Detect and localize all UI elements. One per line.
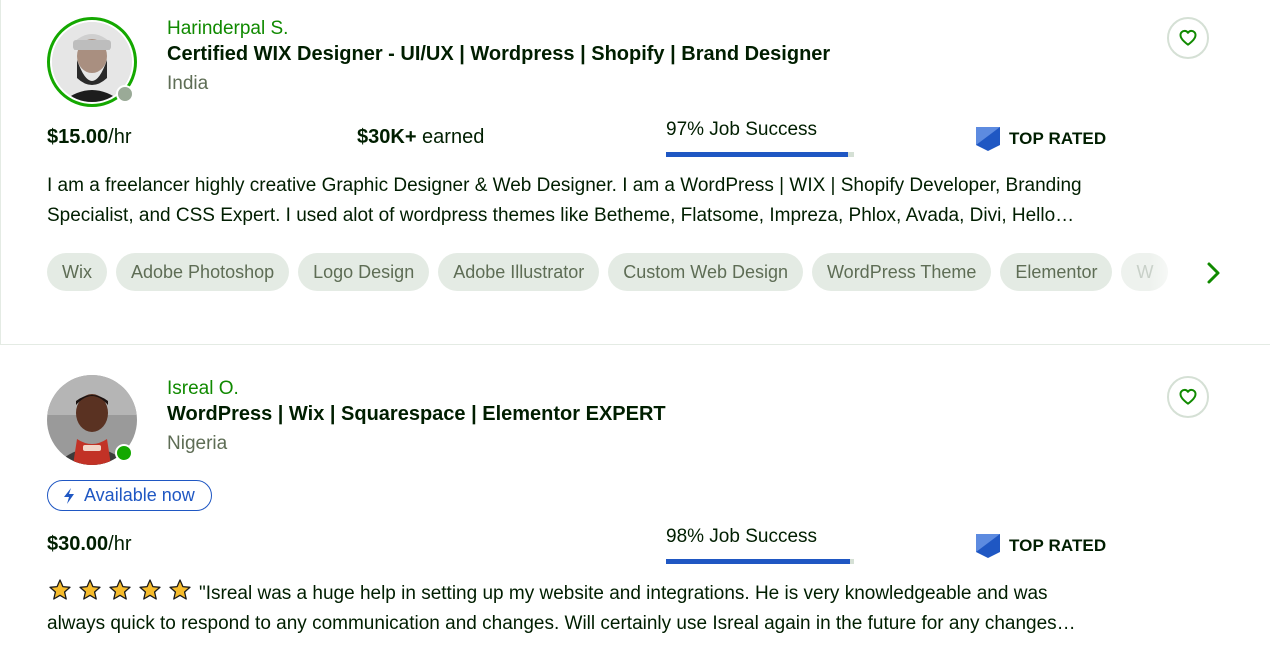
skills-list: Wix Adobe Photoshop Logo Design Adobe Il… (47, 253, 1187, 293)
job-success-label: 98% Job Success (666, 526, 818, 547)
lightning-icon (64, 487, 74, 504)
save-favorite-button[interactable] (1167, 376, 1209, 418)
job-success-bar (666, 152, 854, 157)
skills-next-button[interactable] (1202, 260, 1226, 286)
star-icon (169, 579, 191, 600)
top-rated-badge: TOP RATED (975, 533, 1106, 559)
skill-chip[interactable]: Adobe Illustrator (438, 253, 600, 291)
skill-chip[interactable]: Adobe Photoshop (116, 253, 290, 291)
top-rated-badge-icon (976, 534, 1000, 558)
freelancer-card[interactable]: Harinderpal S. Certified WIX Designer - … (0, 0, 1270, 344)
skill-chip[interactable]: Custom Web Design (608, 253, 804, 291)
freelancer-country: Nigeria (167, 433, 228, 454)
job-success: 97% Job Success (666, 119, 854, 157)
skill-chip[interactable]: Logo Design (298, 253, 430, 291)
star-icon (79, 579, 101, 600)
skill-chip[interactable]: WordPress Theme (812, 253, 992, 291)
available-now-badge[interactable]: Available now (47, 480, 212, 511)
rating-stars (47, 578, 193, 602)
freelancer-country: India (167, 73, 209, 94)
job-success: 98% Job Success (666, 526, 854, 564)
avatar[interactable] (47, 375, 137, 465)
star-icon (49, 579, 71, 600)
freelancer-title[interactable]: Certified WIX Designer - UI/UX | Wordpre… (167, 43, 830, 66)
client-review: "Isreal was a huge help in setting up my… (47, 578, 1227, 639)
avatar[interactable] (47, 17, 137, 107)
offline-status-dot (116, 85, 134, 103)
top-rated-badge-icon (976, 127, 1000, 151)
hourly-rate: $30.00/hr (47, 533, 132, 555)
heart-outline-icon (1179, 388, 1197, 405)
job-success-fill (666, 152, 849, 157)
skills-fade-overlay (1150, 253, 1187, 293)
skill-chip[interactable]: Wix (47, 253, 107, 291)
online-status-dot (115, 444, 133, 462)
top-rated-badge: TOP RATED (975, 126, 1106, 152)
save-favorite-button[interactable] (1167, 17, 1209, 59)
heart-outline-icon (1179, 29, 1197, 46)
freelancer-title[interactable]: WordPress | Wix | Squarespace | Elemento… (167, 403, 666, 426)
hourly-rate: $15.00/hr (47, 126, 132, 148)
total-earned: $30K+ earned (357, 126, 485, 148)
job-success-label: 97% Job Success (666, 119, 818, 140)
star-icon (109, 579, 131, 600)
freelancer-name[interactable]: Isreal O. (167, 378, 239, 400)
chevron-right-icon (1207, 262, 1220, 284)
star-icon (139, 579, 161, 600)
job-success-bar (666, 559, 854, 564)
skill-chip[interactable]: Elementor (1000, 253, 1113, 291)
freelancer-description: I am a freelancer highly creative Graphi… (47, 175, 1082, 226)
job-success-fill (666, 559, 851, 564)
freelancer-name[interactable]: Harinderpal S. (167, 18, 288, 40)
